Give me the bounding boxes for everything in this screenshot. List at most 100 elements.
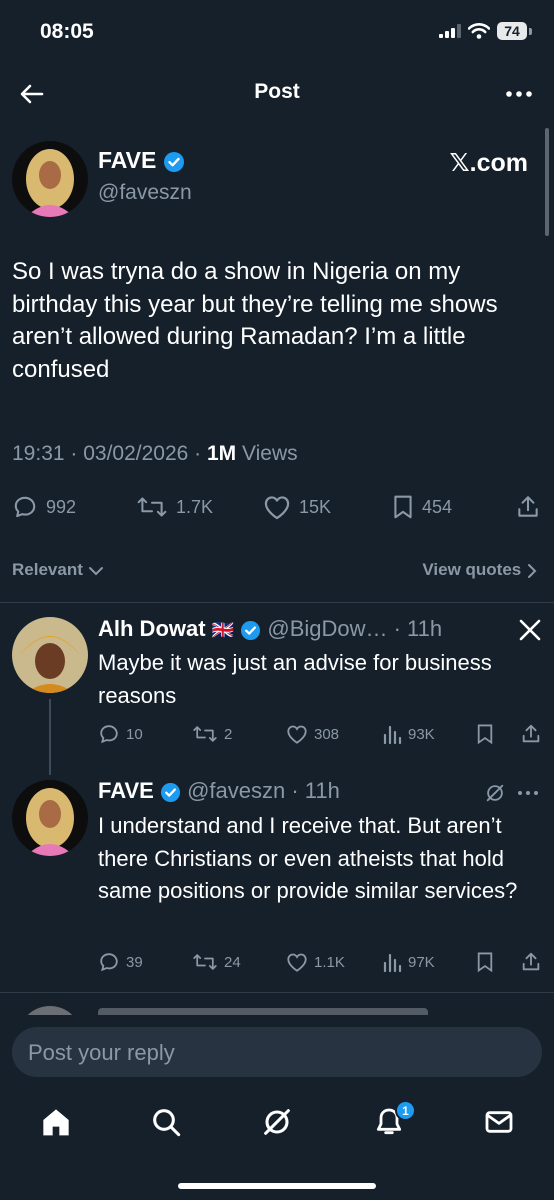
scrollbar[interactable] — [545, 128, 549, 236]
reply-handle-time[interactable]: @BigDow… · 11h — [267, 616, 442, 641]
views-button[interactable]: 93K — [382, 723, 435, 745]
reply-count: 39 — [126, 953, 143, 971]
bookmark-icon — [477, 952, 493, 973]
sort-label: Relevant — [12, 560, 83, 579]
post-actions: 992 1.7K 15K 454 — [12, 492, 542, 524]
more-options-button[interactable] — [504, 80, 534, 108]
post-text: So I was tryna do a show in Nigeria on m… — [12, 258, 498, 383]
reply-actions: 10 2 308 93K — [98, 723, 542, 747]
repost-count: 24 — [224, 953, 241, 971]
share-button[interactable] — [520, 951, 542, 973]
repost-icon — [137, 497, 167, 517]
share-button[interactable] — [520, 723, 542, 745]
reply-author-name[interactable]: FAVE — [98, 778, 154, 803]
more-options-button[interactable] — [516, 784, 540, 802]
verified-badge-icon — [160, 782, 180, 802]
view-quotes-label: View quotes — [422, 560, 522, 579]
reply-text: I understand and I receive that. But are… — [98, 813, 518, 903]
search-icon — [153, 1109, 181, 1137]
tab-messages[interactable] — [483, 1106, 515, 1138]
like-count: 15K — [299, 496, 332, 517]
repost-count: 1.7K — [176, 496, 214, 517]
bookmark-button[interactable]: 454 — [392, 494, 452, 520]
home-indicator — [178, 1183, 376, 1189]
reply-button[interactable]: 10 — [98, 723, 143, 745]
heart-icon — [287, 953, 307, 972]
tab-home[interactable] — [40, 1106, 72, 1138]
reply-actions: 39 24 1.1K 97K — [98, 951, 542, 975]
views-chart-icon — [383, 953, 402, 973]
repost-button[interactable]: 2 — [192, 723, 232, 745]
reply-button[interactable]: 39 — [98, 951, 143, 973]
bookmark-icon — [477, 724, 493, 745]
like-button[interactable]: 15K — [263, 494, 331, 520]
author-handle[interactable]: @faveszn — [98, 181, 192, 205]
x-logo-icon — [518, 618, 542, 642]
reply-handle-time[interactable]: @faveszn · 11h — [187, 778, 340, 803]
divider — [0, 992, 554, 993]
share-icon — [522, 952, 540, 971]
reply-author-name[interactable]: Alh Dowat — [98, 616, 206, 641]
tab-search[interactable] — [150, 1106, 182, 1138]
reply-header: FAVE @faveszn · 11h — [98, 778, 340, 804]
post-meta: 19:31 · 03/02/2026 · 1M Views — [12, 442, 298, 466]
status-time: 08:05 — [40, 20, 94, 43]
share-icon — [522, 724, 540, 743]
like-count: 1.1K — [314, 953, 345, 971]
repost-button[interactable]: 1.7K — [136, 494, 213, 520]
reply-header: Alh Dowat 🇬🇧 @BigDow… · 11h — [98, 616, 442, 642]
messages-icon — [485, 1111, 513, 1133]
reply-button[interactable]: 992 — [12, 494, 76, 520]
repost-count: 2 — [224, 725, 233, 743]
tab-grok[interactable] — [261, 1106, 293, 1138]
reply-text: Maybe it was just an advise for business… — [98, 650, 492, 708]
view-quotes-link[interactable]: View quotes — [422, 560, 538, 580]
views-label: Views — [236, 442, 298, 465]
views-button[interactable]: 97K — [382, 951, 435, 973]
reply-input-placeholder: Post your reply — [28, 1040, 175, 1065]
status-icons: 74 — [439, 22, 532, 40]
like-button[interactable]: 308 — [286, 723, 339, 745]
like-button[interactable]: 1.1K — [286, 951, 345, 973]
views-chart-icon — [383, 725, 402, 745]
home-icon — [43, 1109, 69, 1136]
grok-icon[interactable] — [484, 782, 506, 804]
chevron-right-icon — [528, 563, 537, 578]
thread-line — [49, 699, 51, 775]
reply-icon — [14, 496, 36, 518]
notifications-badge: 1 — [395, 1100, 416, 1121]
author-avatar[interactable] — [12, 141, 88, 217]
chevron-down-icon — [88, 566, 103, 575]
bookmark-button[interactable] — [476, 723, 494, 745]
repost-icon — [193, 726, 217, 742]
signal-icon — [439, 24, 461, 38]
share-button[interactable] — [515, 494, 541, 520]
share-icon — [518, 496, 538, 517]
post-time-date: 19:31 · 03/02/2026 · — [12, 442, 207, 465]
more-dots-icon — [506, 91, 532, 97]
verified-badge-icon — [241, 620, 261, 640]
flag-icon: 🇬🇧 — [211, 620, 235, 640]
battery-tip — [529, 27, 532, 35]
reply-avatar[interactable] — [12, 617, 88, 693]
verified-badge-icon — [163, 151, 184, 172]
source-label: 𝕏.com — [449, 149, 529, 177]
reply-avatar[interactable] — [12, 780, 88, 856]
heart-icon — [287, 725, 307, 744]
more-dots-icon — [518, 791, 538, 795]
reply-count: 10 — [126, 725, 143, 743]
bookmark-icon — [394, 495, 412, 519]
wifi-icon — [468, 23, 490, 39]
repost-button[interactable]: 24 — [192, 951, 241, 973]
sort-dropdown[interactable]: Relevant — [12, 560, 104, 580]
heart-icon — [264, 496, 290, 520]
views-count: 93K — [408, 725, 435, 743]
divider — [0, 602, 554, 603]
author-name-row[interactable]: FAVE — [98, 147, 185, 174]
bookmark-count: 454 — [422, 496, 453, 517]
bookmark-button[interactable] — [476, 951, 494, 973]
grok-icon — [264, 1109, 290, 1135]
view-count[interactable]: 1M — [207, 442, 236, 465]
author-name[interactable]: FAVE — [98, 147, 156, 173]
page-title: Post — [254, 80, 300, 103]
